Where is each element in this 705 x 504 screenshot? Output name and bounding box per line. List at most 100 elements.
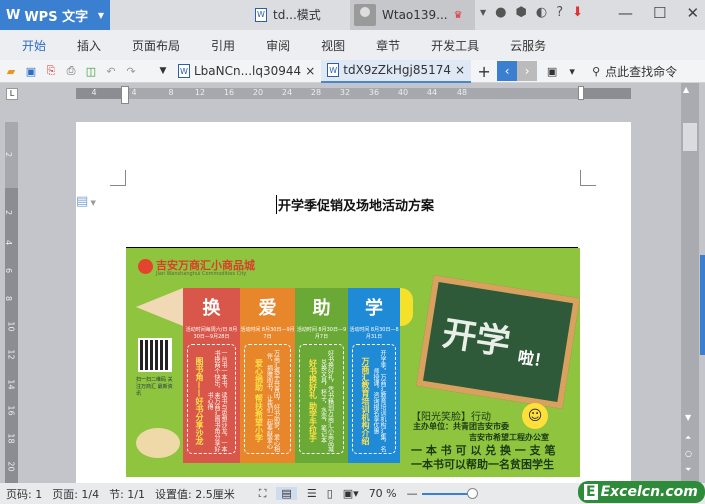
prev-tab-button[interactable]: ‹ — [497, 61, 518, 81]
web-view-icon[interactable]: ▯ — [327, 487, 333, 500]
ruler-tick-label: 20 — [6, 461, 16, 472]
export-pdf-icon[interactable]: ⎘ — [42, 63, 60, 79]
tab-list-icon[interactable]: ▣ — [543, 63, 561, 79]
skin-icon[interactable]: ● — [495, 5, 506, 20]
poster-image[interactable]: 吉安万商汇小商品城 Jian Wanshanghui Commodities C… — [126, 248, 580, 477]
help-icon[interactable]: ? — [556, 5, 563, 20]
open-folder-icon[interactable]: ▰ — [2, 63, 20, 79]
maximize-icon[interactable]: ☐ — [653, 4, 666, 22]
select-browse-icon[interactable]: ○ — [685, 449, 692, 458]
close-tab-icon[interactable]: × — [305, 64, 315, 78]
ruler-tick-label: 8 — [168, 88, 174, 97]
next-page-icon[interactable]: ⏷ — [685, 465, 691, 475]
column-love: 活动时间 8月30日—9月7日 爱心捐助 帮扶希望小学 万商汇携手共青团，好书助梦，… — [240, 326, 295, 463]
menu-references[interactable]: 引用 — [211, 37, 235, 54]
column-text: 一台书一本书，读书与思想沙龙，一本书换两个快乐，来万商汇图书角分享好书心得 — [206, 349, 227, 452]
band-exchange: 换 — [183, 288, 240, 326]
side-panel-tab[interactable] — [700, 255, 705, 355]
column-heading: 图书角——好书分享沙龙 — [195, 356, 204, 445]
doc-tab-2[interactable]: WtdX9zZkHgj85174 × — [321, 59, 472, 83]
close-tab-icon[interactable]: × — [455, 63, 465, 77]
eye-protect-icon[interactable]: ▣▾ — [343, 487, 359, 500]
horizontal-ruler[interactable]: 4 4 8 12 16 20 24 28 32 36 40 44 48 — [76, 88, 631, 99]
menu-cloud[interactable]: 云服务 — [510, 37, 546, 54]
undo-icon[interactable]: ↶ — [102, 63, 120, 79]
next-tab-button[interactable]: › — [517, 61, 538, 81]
window-doc-tab[interactable]: Wtd...模式 — [255, 6, 321, 23]
fullscreen-icon[interactable]: ⛶ — [259, 487, 267, 501]
right-indent-marker[interactable] — [578, 86, 584, 100]
paragraph-marker-icon[interactable]: ▤ ▼ — [76, 194, 96, 209]
settings-icon[interactable]: ⬢ — [516, 5, 527, 20]
avatar — [354, 4, 376, 26]
document-icon: W — [327, 63, 340, 77]
search-icon: ⚲ — [592, 64, 601, 78]
dropdown-icon[interactable]: ▼ — [480, 8, 486, 17]
download-icon[interactable]: ⬇ — [572, 5, 583, 20]
zoom-level: 70 % — [368, 487, 397, 500]
column-help: 活动时间 8月30日—9月7日 好书换好礼 助学手拉手 好书换好礼，凭书籍到万商汇小… — [295, 326, 348, 463]
menu-page-layout[interactable]: 页面布局 — [132, 37, 180, 54]
ruler-tick-label: 40 — [397, 88, 409, 97]
ruler-tick-label: 6 — [4, 267, 14, 274]
outline-view-icon[interactable]: ☰ — [307, 487, 317, 500]
save-icon[interactable]: ▣ — [22, 63, 40, 79]
new-tab-icon[interactable]: + — [475, 62, 493, 81]
qr-code — [138, 338, 172, 372]
prev-page-icon[interactable]: ⏶ — [685, 433, 691, 443]
ruler-tick-label: 28 — [310, 88, 322, 97]
feedback-icon[interactable]: ◐ — [536, 5, 547, 20]
ruler-tick-label: 32 — [339, 88, 351, 97]
vertical-ruler[interactable]: 2 2 4 6 8 10 12 14 16 18 20 — [4, 122, 18, 484]
command-search[interactable]: 点此查找命令 — [605, 63, 677, 80]
redo-icon[interactable]: ↷ — [122, 63, 140, 79]
ribbon-menu: 开始 插入 页面布局 引用 审阅 视图 章节 开发工具 云服务 — [0, 30, 705, 60]
menu-view[interactable]: 视图 — [321, 37, 345, 54]
poster-logo-en: Jian Wanshanghui Commodities City — [156, 271, 247, 277]
page-view-icon[interactable]: ▤ — [276, 487, 297, 500]
logo-icon — [138, 259, 153, 274]
menu-review[interactable]: 审阅 — [266, 37, 290, 54]
wps-menu-button[interactable]: W WPS 文字 ▼ — [0, 0, 110, 30]
document-icon: W — [255, 7, 267, 22]
menu-home[interactable]: 开始 — [22, 37, 46, 54]
column-date: 活动时间 8月30日—9月7日 — [240, 327, 295, 340]
scroll-thumb[interactable] — [683, 123, 697, 151]
menu-insert[interactable]: 插入 — [77, 37, 101, 54]
menu-developer[interactable]: 开发工具 — [431, 37, 479, 54]
vertical-scrollbar[interactable]: ▲ ▼ ⏶ ○ ⏷ — [681, 83, 699, 483]
organizer-1: 主办单位：共青团吉安市委 — [413, 422, 509, 431]
document-icon: W — [178, 64, 190, 78]
minimize-icon[interactable]: — — [618, 4, 633, 22]
column-heading: 万商汇教育培训机构介绍 — [361, 356, 370, 445]
zoom-slider[interactable] — [421, 487, 478, 499]
scroll-down-icon[interactable]: ▼ — [685, 413, 691, 422]
user-name: Wtao139... — [382, 8, 448, 22]
smiley-icon: ☺ — [522, 403, 548, 429]
customize-dropdown-icon[interactable]: ▼ — [154, 63, 172, 79]
document-title: 开学季促销及场地活动方案 — [276, 195, 434, 214]
ruler-tick-label: 44 — [426, 88, 438, 97]
status-page: 页码: 1 — [6, 487, 43, 501]
ruler-tick-label: 48 — [456, 88, 468, 97]
doc-tab-label: tdX9zZkHgj85174 — [343, 63, 452, 77]
print-icon[interactable]: ⎙ — [62, 63, 80, 79]
column-exchange: 活动时间每周六/日 8月30日—9月28日 图书角——好书分享沙龙 一台书一本书，读… — [183, 326, 240, 463]
print-preview-icon[interactable]: ◫ — [82, 63, 100, 79]
board-exclaim: 啦！ — [516, 347, 552, 372]
crown-icon: ♛ — [453, 9, 463, 21]
band-study: 学 — [348, 288, 400, 326]
indent-marker[interactable] — [121, 86, 129, 104]
zoom-out-icon[interactable]: — — [407, 487, 418, 500]
menu-section[interactable]: 章节 — [376, 37, 400, 54]
close-icon[interactable]: ✕ — [686, 4, 699, 22]
column-heading: 好书换好礼 助学手拉手 — [308, 359, 318, 442]
ruler-tick-label: 18 — [6, 433, 16, 444]
ruler-tick-label: 36 — [368, 88, 380, 97]
tab-stop-selector[interactable]: L — [6, 88, 18, 100]
tab-menu-icon[interactable]: ▾ — [563, 63, 581, 79]
user-account[interactable]: Wtao139... ♛ — [350, 0, 475, 30]
column-text: 开学季，万商汇教育培训机构汇集，名师授课，咨询报名享优惠 — [372, 349, 386, 452]
doc-tab-1[interactable]: W LbaNCn...lq30944 × — [172, 60, 321, 83]
margin-corner — [110, 170, 126, 186]
